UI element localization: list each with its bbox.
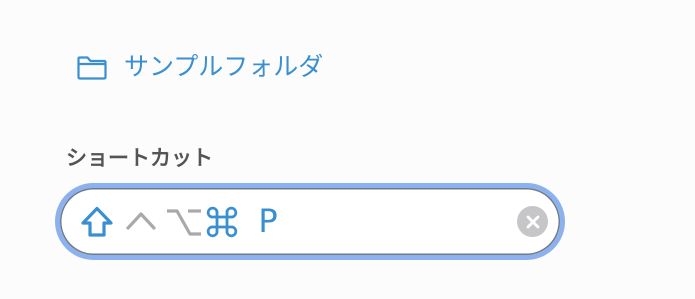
option-icon — [164, 188, 204, 255]
folder-label: サンプルフォルダ — [124, 52, 324, 81]
shortcut-section-label: ショートカット — [66, 146, 213, 170]
folder-link[interactable]: サンプルフォルダ — [76, 49, 323, 85]
shortcut-settings-panel: サンプルフォルダ ショートカット P — [0, 0, 695, 299]
shortcut-key-letter: P — [258, 202, 278, 240]
clear-shortcut-button[interactable] — [517, 206, 548, 237]
shortcut-recorder-field[interactable]: P — [55, 183, 565, 260]
control-icon — [124, 188, 158, 255]
shift-icon — [78, 188, 116, 255]
clear-icon — [526, 215, 539, 228]
command-icon — [204, 188, 240, 255]
folder-icon — [76, 53, 108, 81]
